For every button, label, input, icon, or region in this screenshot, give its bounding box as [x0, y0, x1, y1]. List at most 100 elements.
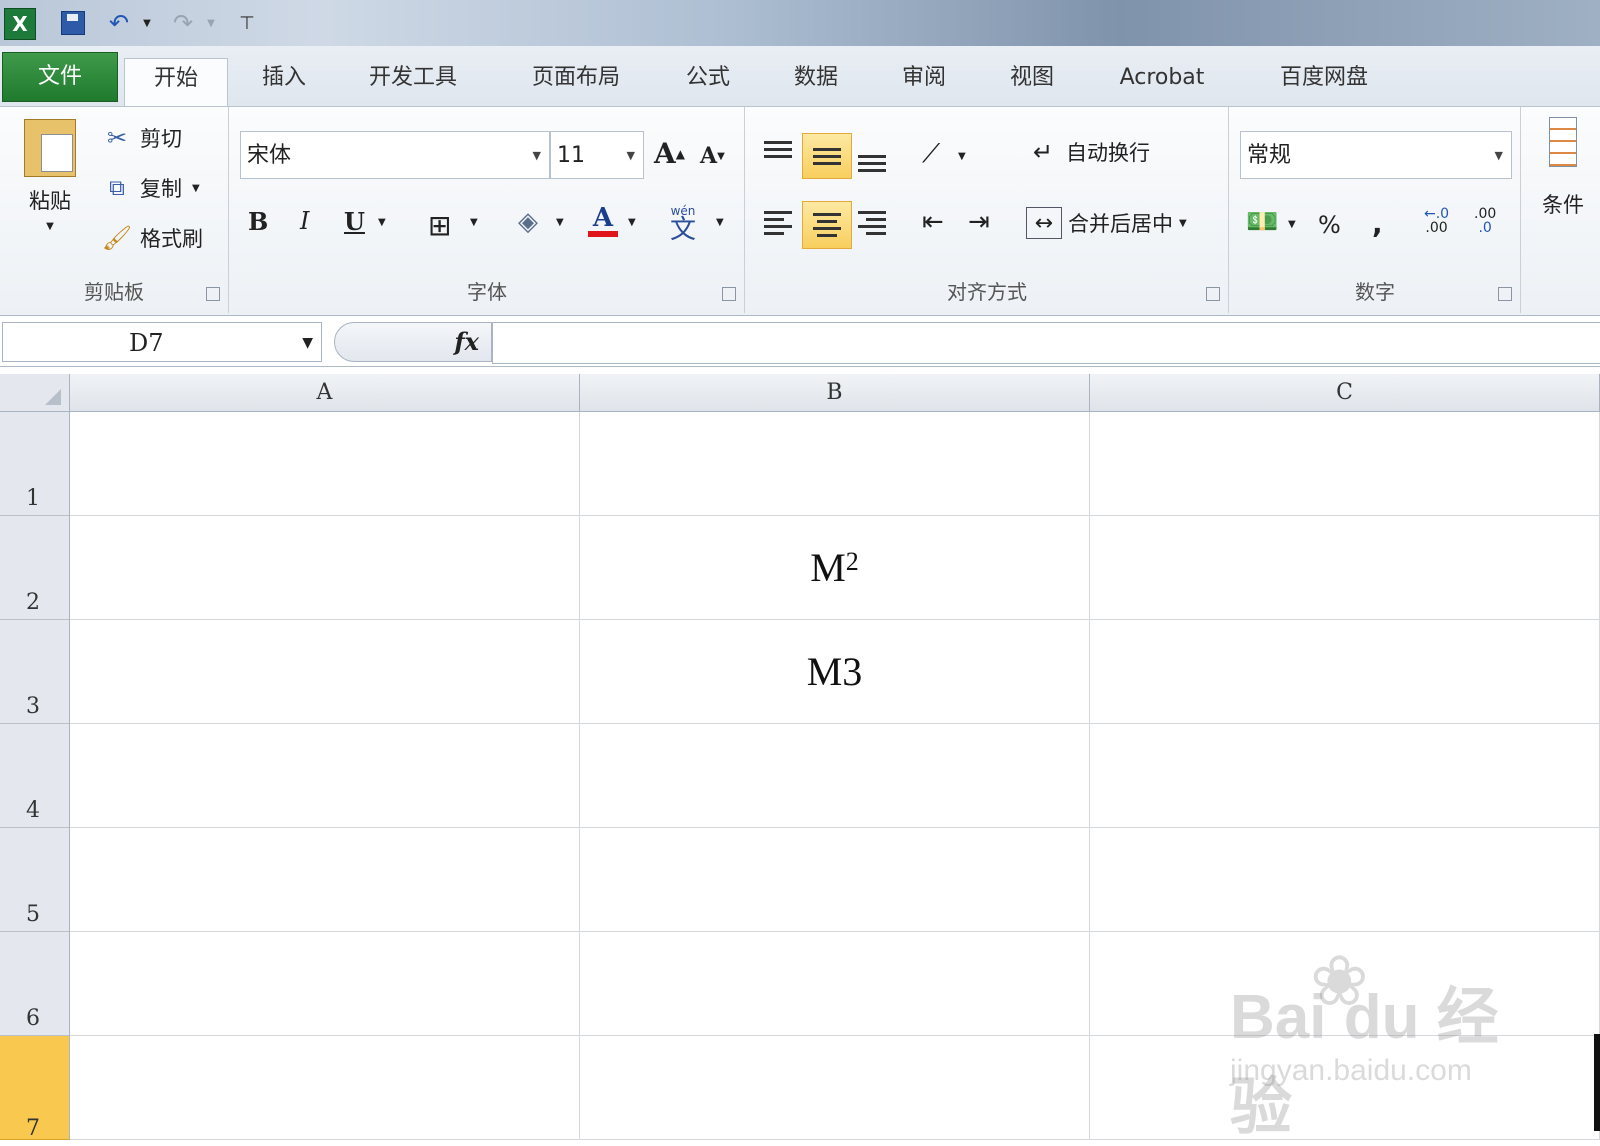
align-bottom-icon[interactable] [858, 155, 890, 172]
wrap-text-button[interactable]: ↵ 自动换行 [1026, 137, 1150, 167]
decrease-indent-icon[interactable]: ⇤ [922, 207, 944, 237]
underline-button[interactable]: U [344, 207, 365, 236]
cell-c2[interactable] [1090, 516, 1600, 620]
italic-button[interactable]: I [300, 207, 309, 235]
fill-color-icon[interactable]: ◈ [518, 207, 538, 237]
row-header-5[interactable]: 5 [0, 828, 70, 932]
borders-icon[interactable]: ⊞ [428, 209, 451, 242]
cell-a3[interactable] [70, 620, 580, 724]
tab-page-layout[interactable]: 页面布局 [508, 58, 644, 106]
phonetic-button[interactable]: wén 文 [670, 205, 696, 243]
paste-dropdown-icon[interactable]: ▼ [46, 221, 54, 232]
cell-a6[interactable] [70, 932, 580, 1036]
merge-center-button[interactable]: ↔ 合并后居中 ▼ [1026, 207, 1187, 239]
tab-insert[interactable]: 插入 [236, 58, 332, 106]
cell-c7[interactable] [1090, 1036, 1600, 1140]
name-box[interactable]: D7 ▼ [2, 322, 322, 362]
tab-view[interactable]: 视图 [988, 58, 1076, 106]
phonetic-dropdown-icon[interactable]: ▼ [716, 217, 724, 228]
number-format-combo[interactable]: 常规 ▼ [1240, 131, 1512, 179]
align-top-icon[interactable] [764, 141, 796, 158]
alignment-launcher-icon[interactable] [1206, 287, 1220, 301]
customize-icon[interactable]: ⊤ [232, 8, 262, 38]
orientation-icon[interactable]: ⟋ [922, 139, 940, 170]
currency-dropdown-icon[interactable]: ▼ [1288, 219, 1296, 230]
redo-dropdown-icon[interactable]: ▼ [204, 8, 218, 38]
cell-a1[interactable] [70, 412, 580, 516]
font-size-dropdown-icon[interactable]: ▼ [627, 132, 635, 180]
column-header-c[interactable]: C [1090, 374, 1600, 412]
borders-dropdown-icon[interactable]: ▼ [470, 217, 478, 228]
row-header-1[interactable]: 1 [0, 412, 70, 516]
increase-decimal-button[interactable]: ←.0 .00 [1424, 207, 1449, 235]
font-color-dropdown-icon[interactable]: ▼ [628, 217, 636, 228]
row-header-6[interactable]: 6 [0, 932, 70, 1036]
font-name-combo[interactable]: 宋体 ▼ [240, 131, 550, 179]
column-header-a[interactable]: A [70, 374, 580, 412]
cell-c5[interactable] [1090, 828, 1600, 932]
row-header-7[interactable]: 7 [0, 1036, 70, 1141]
percent-button[interactable]: % [1318, 211, 1341, 239]
undo-dropdown-icon[interactable]: ▼ [140, 8, 154, 38]
row-header-3[interactable]: 3 [0, 620, 70, 724]
fill-color-dropdown-icon[interactable]: ▼ [556, 217, 564, 228]
select-all-button[interactable] [0, 374, 70, 412]
currency-icon[interactable]: 💵 [1246, 207, 1278, 237]
number-launcher-icon[interactable] [1498, 287, 1512, 301]
tab-review[interactable]: 审阅 [880, 58, 968, 106]
font-color-button[interactable]: A [588, 203, 618, 237]
row-header-4[interactable]: 4 [0, 724, 70, 828]
cell-c3[interactable] [1090, 620, 1600, 724]
cell-a2[interactable] [70, 516, 580, 620]
redo-icon[interactable]: ↷ [168, 8, 198, 38]
tab-file[interactable]: 文件 [2, 52, 118, 102]
cell-b6[interactable] [580, 932, 1090, 1036]
align-center-icon[interactable] [802, 201, 852, 249]
paste-button[interactable]: 粘贴 ▼ [18, 119, 82, 232]
number-format-dropdown-icon[interactable]: ▼ [1495, 132, 1503, 180]
column-header-b[interactable]: B [580, 374, 1090, 412]
cut-button[interactable]: ✂ 剪切 [102, 123, 182, 153]
bold-button[interactable]: B [248, 207, 268, 236]
tab-data[interactable]: 数据 [772, 58, 860, 106]
grow-font-icon[interactable]: A ▲ [654, 137, 685, 170]
cell-c6[interactable] [1090, 932, 1600, 1036]
tab-developer[interactable]: 开发工具 [350, 58, 476, 106]
font-launcher-icon[interactable] [722, 287, 736, 301]
cell-a7[interactable] [70, 1036, 580, 1140]
cell-b2[interactable]: M2 [580, 516, 1090, 620]
shrink-font-icon[interactable]: A ▼ [700, 143, 725, 169]
clipboard-launcher-icon[interactable] [206, 287, 220, 301]
row-header-2[interactable]: 2 [0, 516, 70, 620]
formula-input[interactable] [492, 322, 1600, 364]
underline-dropdown-icon[interactable]: ▼ [378, 217, 386, 228]
tab-home[interactable]: 开始 [124, 58, 228, 109]
orientation-dropdown-icon[interactable]: ▼ [958, 151, 966, 162]
increase-indent-icon[interactable]: ⇥ [968, 207, 990, 237]
merge-center-dropdown-icon[interactable]: ▼ [1179, 218, 1187, 229]
tab-acrobat[interactable]: Acrobat [1100, 58, 1224, 106]
format-painter-button[interactable]: 🖌 格式刷 [102, 223, 203, 253]
align-middle-icon[interactable] [802, 133, 852, 179]
conditional-formatting-button[interactable]: 条件 [1542, 117, 1584, 219]
cell-b5[interactable] [580, 828, 1090, 932]
excel-icon[interactable]: X [4, 8, 36, 40]
copy-button[interactable]: ⧉ 复制 ▼ [102, 173, 200, 203]
align-left-icon[interactable] [764, 211, 796, 235]
copy-dropdown-icon[interactable]: ▼ [192, 183, 200, 194]
decrease-decimal-button[interactable]: .00 .0 [1474, 207, 1496, 235]
cell-a5[interactable] [70, 828, 580, 932]
name-box-dropdown-icon[interactable]: ▼ [302, 323, 313, 363]
cell-b3[interactable]: M3 [580, 620, 1090, 724]
cell-b7[interactable] [580, 1036, 1090, 1140]
tab-baidu-netdisk[interactable]: 百度网盘 [1256, 58, 1392, 106]
insert-function-icon[interactable]: fx [454, 327, 479, 356]
cell-a4[interactable] [70, 724, 580, 828]
font-name-dropdown-icon[interactable]: ▼ [533, 132, 541, 180]
cell-c1[interactable] [1090, 412, 1600, 516]
tab-formulas[interactable]: 公式 [664, 58, 752, 106]
cell-b1[interactable] [580, 412, 1090, 516]
undo-icon[interactable]: ↶ [104, 8, 134, 38]
save-icon[interactable] [58, 8, 88, 38]
cell-c4[interactable] [1090, 724, 1600, 828]
